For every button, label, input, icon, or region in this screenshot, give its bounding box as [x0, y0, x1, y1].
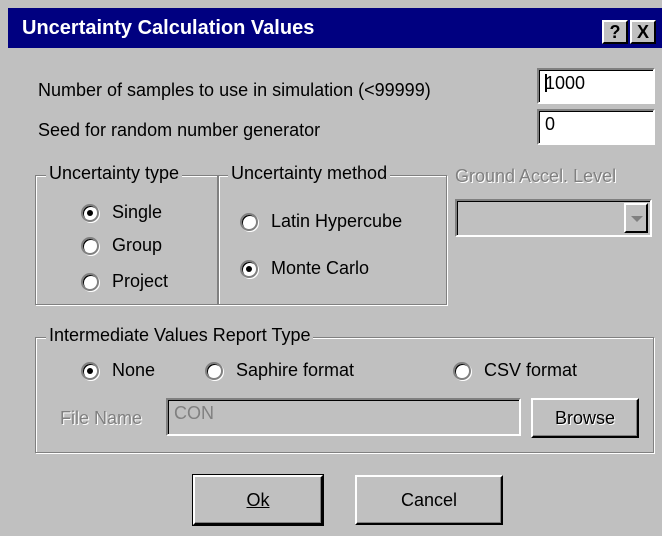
radio-saphire-format[interactable] [205, 362, 223, 380]
radio-monte-carlo-label[interactable]: Monte Carlo [271, 258, 369, 279]
title-bar[interactable]: Uncertainty Calculation Values ? X [8, 8, 662, 48]
seed-input[interactable]: 0 [537, 109, 655, 145]
help-button[interactable]: ? [602, 20, 628, 44]
radio-monte-carlo[interactable] [240, 260, 258, 278]
radio-csv-format-label[interactable]: CSV format [484, 360, 577, 381]
ground-accel-select[interactable] [455, 199, 652, 237]
radio-group-label[interactable]: Group [112, 235, 162, 256]
radio-project[interactable] [81, 273, 99, 291]
seed-label: Seed for random number generator [38, 120, 321, 140]
browse-button[interactable]: Browse [531, 398, 639, 438]
cancel-label: Cancel [400, 490, 458, 510]
samples-label: Number of samples to use in simulation (… [38, 80, 431, 100]
samples-value: 1000 [545, 73, 586, 93]
cancel-button[interactable]: Cancel [355, 475, 503, 525]
radio-latin-hypercube-label[interactable]: Latin Hypercube [271, 211, 402, 232]
ok-button[interactable]: Ok [192, 474, 324, 526]
radio-none[interactable] [81, 362, 99, 380]
file-name-label: File Name [60, 408, 143, 428]
ground-accel-label: Ground Accel. Level [455, 166, 617, 186]
window-title: Uncertainty Calculation Values [22, 17, 315, 39]
report-type-title: Intermediate Values Report Type [46, 325, 314, 346]
uncertainty-type-title: Uncertainty type [46, 163, 183, 184]
samples-input[interactable]: 1000 [537, 68, 655, 104]
radio-single[interactable] [81, 204, 99, 222]
uncertainty-method-title: Uncertainty method [228, 163, 391, 184]
radio-none-label[interactable]: None [112, 360, 155, 381]
radio-project-label[interactable]: Project [112, 271, 168, 292]
ok-label: Ok [246, 490, 270, 510]
chevron-down-icon[interactable] [624, 203, 648, 233]
radio-latin-hypercube[interactable] [240, 213, 258, 231]
dialog-window: Uncertainty Calculation Values ? X Numbe… [0, 0, 662, 536]
uncertainty-method-group [218, 175, 447, 305]
radio-group[interactable] [81, 237, 99, 255]
radio-saphire-format-label[interactable]: Saphire format [236, 360, 354, 381]
file-name-input[interactable]: CON [166, 398, 521, 436]
radio-csv-format[interactable] [453, 362, 471, 380]
radio-single-label[interactable]: Single [112, 202, 162, 223]
close-button[interactable]: X [630, 20, 656, 44]
